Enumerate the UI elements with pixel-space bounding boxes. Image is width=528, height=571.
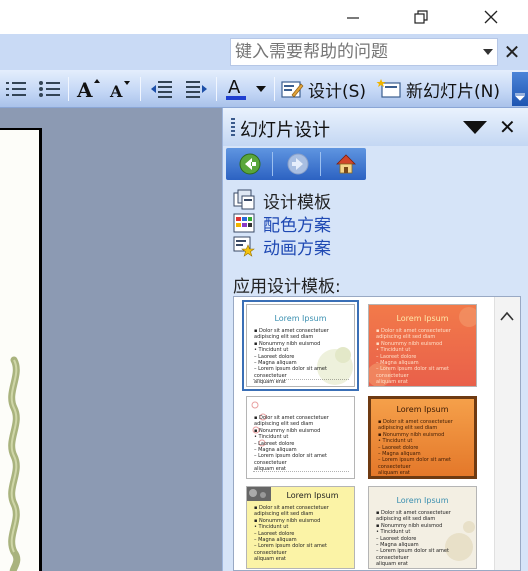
svg-text:A: A bbox=[76, 78, 93, 101]
task-pane-title: 幻灯片设计 bbox=[240, 120, 330, 141]
apply-template-label: 应用设计模板: bbox=[233, 277, 341, 297]
bullet-list-button[interactable] bbox=[34, 74, 64, 104]
decrease-indent-button[interactable] bbox=[148, 74, 176, 104]
template-body: ▪ Dolor sit amet consectetuer adipiscing… bbox=[254, 415, 329, 473]
font-color-icon: A bbox=[226, 77, 246, 100]
new-slide-button[interactable]: 新幻灯片(N) bbox=[376, 74, 508, 104]
link-color-schemes[interactable]: 配色方案 bbox=[233, 211, 331, 236]
color-scheme-icon bbox=[233, 213, 255, 233]
increase-indent-icon bbox=[186, 81, 207, 98]
template-footer bbox=[253, 379, 349, 381]
slide-design-task-pane: 幻灯片设计 ✕ 设计模板 配色方案 动画方案 应用设计模板: Lorem Ips… bbox=[222, 108, 528, 571]
triangle-down-icon bbox=[463, 121, 487, 134]
template-title: Lorem Ipsum bbox=[396, 314, 449, 323]
slide-canvas[interactable] bbox=[0, 128, 42, 571]
design-button[interactable]: 设计(S) bbox=[280, 74, 372, 104]
template-thumbnail[interactable]: Lorem Ipsum ▪ Dolor sit amet consectetue… bbox=[368, 396, 477, 479]
increase-font-icon: A bbox=[76, 78, 100, 101]
help-close-button[interactable]: ✕ bbox=[500, 38, 524, 66]
template-body: ▪ Dolor sit amet consectetuer adipiscing… bbox=[254, 505, 329, 563]
task-pane-menu-button[interactable] bbox=[463, 120, 487, 139]
chevron-down-icon bbox=[515, 93, 525, 101]
link-label: 动画方案 bbox=[263, 238, 331, 259]
increase-indent-button[interactable] bbox=[182, 74, 210, 104]
numbered-list-icon bbox=[6, 82, 26, 96]
nav-separator bbox=[320, 152, 321, 176]
svg-text:A: A bbox=[109, 82, 123, 101]
new-slide-icon bbox=[376, 79, 401, 98]
chevron-up-icon bbox=[500, 311, 514, 321]
template-title: Lorem Ipsum bbox=[396, 405, 449, 414]
template-thumbnail[interactable]: Lorem Ipsum ▪ Dolor sit amet consectetue… bbox=[242, 300, 359, 391]
chevron-down-icon bbox=[256, 86, 266, 92]
template-body: ▪ Dolor sit amet consectetuer adipiscing… bbox=[378, 419, 453, 477]
svg-text:A: A bbox=[228, 77, 241, 98]
template-body: ▪ Dolor sit amet consectetuer adipiscing… bbox=[254, 328, 329, 386]
template-thumbnail[interactable]: Lorem Ipsum ▪ Dolor sit amet consectetue… bbox=[246, 486, 355, 569]
drag-grip-icon[interactable] bbox=[231, 118, 235, 136]
design-button-label: 设计(S) bbox=[308, 81, 367, 102]
scroll-up-button[interactable] bbox=[498, 309, 516, 323]
template-title: Lorem Ipsum bbox=[396, 496, 449, 505]
minimize-button[interactable] bbox=[330, 0, 376, 34]
forward-button[interactable] bbox=[284, 151, 312, 177]
help-dropdown-button[interactable] bbox=[478, 39, 498, 65]
home-button[interactable] bbox=[332, 151, 360, 177]
link-animation-schemes[interactable]: 动画方案 bbox=[233, 234, 331, 259]
font-color-button[interactable]: A bbox=[222, 74, 250, 104]
forward-arrow-icon bbox=[287, 153, 309, 175]
restore-icon bbox=[414, 10, 428, 24]
help-bar: ✕ bbox=[0, 34, 528, 70]
decrease-font-icon: A bbox=[109, 81, 130, 101]
restore-button[interactable] bbox=[398, 0, 444, 34]
toolbar-separator bbox=[216, 77, 217, 101]
help-search-input[interactable] bbox=[230, 38, 498, 66]
numbered-list-button[interactable] bbox=[2, 74, 30, 104]
bullet-list-icon bbox=[39, 81, 60, 97]
design-template-icon bbox=[233, 189, 255, 210]
template-footer bbox=[253, 471, 349, 473]
toolbar-overflow-button[interactable] bbox=[512, 72, 528, 106]
home-icon bbox=[336, 154, 356, 174]
title-bar bbox=[0, 0, 528, 34]
task-pane-header: 幻灯片设计 ✕ bbox=[223, 108, 528, 146]
animation-scheme-icon bbox=[233, 236, 255, 257]
formatting-toolbar: A A A 设计(S) 新幻灯片(N) bbox=[0, 70, 528, 108]
slide-workspace[interactable] bbox=[0, 108, 222, 571]
template-thumbnail[interactable]: Lorem Ipsum ▪ Dolor sit amet consectetue… bbox=[368, 304, 477, 387]
chevron-down-icon bbox=[483, 49, 493, 55]
toolbar-separator bbox=[274, 77, 275, 101]
link-label: 设计模板 bbox=[263, 192, 331, 213]
gallery-scrollbar[interactable] bbox=[494, 297, 520, 570]
back-button[interactable] bbox=[236, 151, 264, 177]
decrease-indent-icon bbox=[151, 81, 172, 98]
design-icon bbox=[281, 81, 304, 98]
template-thumbnail[interactable]: Lorem Ipsum ▪ Dolor sit amet consectetue… bbox=[368, 486, 477, 569]
new-slide-button-label: 新幻灯片(N) bbox=[406, 81, 500, 102]
toolbar-separator bbox=[140, 77, 141, 101]
template-title: Lorem Ipsum bbox=[286, 491, 339, 500]
back-arrow-icon bbox=[239, 153, 261, 175]
slide-decoration bbox=[8, 356, 21, 571]
close-icon bbox=[484, 10, 498, 24]
font-color-dropdown[interactable] bbox=[252, 74, 270, 104]
template-body: ▪ Dolor sit amet consectetuer adipiscing… bbox=[376, 328, 451, 386]
link-design-templates[interactable]: 设计模板 bbox=[233, 188, 331, 213]
template-body: ▪ Dolor sit amet consectetuer adipiscing… bbox=[376, 510, 451, 568]
task-pane-navigation bbox=[226, 148, 366, 180]
design-template-gallery: Lorem Ipsum ▪ Dolor sit amet consectetue… bbox=[233, 296, 521, 571]
link-label: 配色方案 bbox=[263, 215, 331, 236]
toolbar-separator bbox=[68, 77, 69, 101]
nav-separator bbox=[272, 152, 273, 176]
minimize-icon bbox=[347, 17, 359, 19]
task-pane-close-button[interactable]: ✕ bbox=[499, 115, 516, 139]
template-title: Lorem Ipsum bbox=[274, 314, 327, 323]
decrease-font-button[interactable]: A bbox=[106, 74, 134, 104]
close-window-button[interactable] bbox=[468, 0, 514, 34]
template-thumbnail[interactable]: ▪ Dolor sit amet consectetuer adipiscing… bbox=[246, 396, 355, 479]
increase-font-button[interactable]: A bbox=[74, 74, 102, 104]
